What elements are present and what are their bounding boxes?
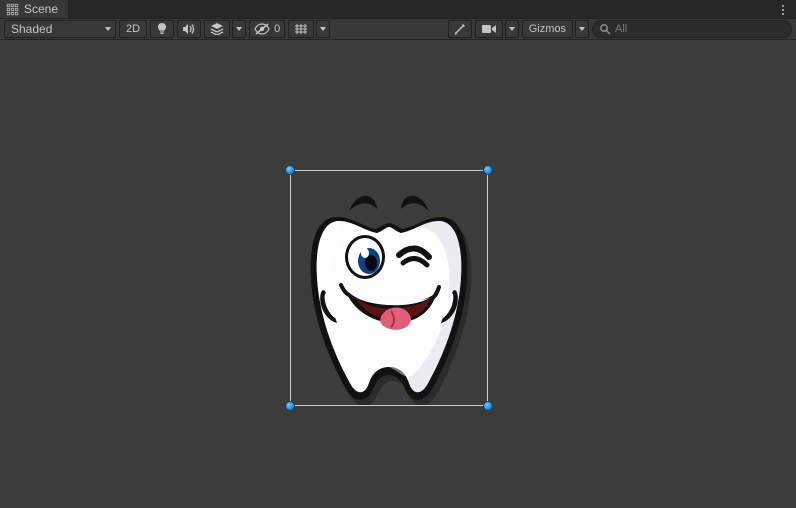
scene-toolbar: Shaded 2D — [0, 19, 796, 40]
scene-lighting-toggle[interactable] — [150, 20, 174, 38]
toggle-2d-label: 2D — [126, 23, 140, 35]
tooth-sprite-image — [299, 171, 479, 405]
effects-stack-icon — [210, 23, 224, 35]
selected-sprite[interactable] — [290, 170, 488, 406]
selection-rectangle — [290, 170, 488, 406]
camera-icon — [481, 23, 497, 35]
grid-toggle[interactable] — [288, 20, 314, 38]
selection-handle-bottom-left[interactable] — [285, 401, 295, 411]
scene-tab-icon — [6, 3, 19, 16]
audio-icon — [182, 23, 196, 35]
chevron-down-icon — [579, 27, 585, 31]
scene-viewport[interactable] — [0, 40, 796, 508]
scene-panel: Scene Shaded 2D — [0, 0, 796, 508]
chevron-down-icon — [509, 27, 515, 31]
tab-scene[interactable]: Scene — [0, 0, 69, 18]
chevron-down-icon — [320, 27, 326, 31]
toggle-2d-button[interactable]: 2D — [119, 20, 147, 38]
shading-mode-dropdown[interactable]: Shaded — [4, 20, 116, 38]
tool-settings-button[interactable] — [448, 20, 472, 38]
gizmos-dropdown[interactable] — [575, 20, 589, 38]
chevron-down-icon — [236, 27, 242, 31]
selection-handle-top-left[interactable] — [285, 165, 295, 175]
gizmos-toggle[interactable]: Gizmos — [522, 20, 573, 38]
grid-icon — [294, 23, 308, 35]
scene-effects-toggle[interactable] — [204, 20, 230, 38]
lightbulb-icon — [156, 22, 168, 36]
scene-camera-dropdown[interactable] — [505, 20, 519, 38]
selection-handle-bottom-right[interactable] — [483, 401, 493, 411]
search-icon — [599, 23, 611, 35]
scene-effects-dropdown[interactable] — [232, 20, 246, 38]
hierarchy-search[interactable] — [592, 20, 792, 38]
tools-icon — [453, 22, 467, 36]
chevron-down-icon — [105, 27, 111, 31]
tab-label: Scene — [24, 2, 58, 16]
panel-menu-button[interactable] — [774, 0, 792, 19]
grid-dropdown[interactable] — [316, 20, 330, 38]
tab-bar: Scene — [0, 0, 796, 19]
shading-mode-label: Shaded — [11, 22, 52, 36]
visibility-off-icon — [254, 23, 270, 35]
kebab-icon — [782, 4, 784, 16]
scene-audio-toggle[interactable] — [177, 20, 201, 38]
scene-camera-button[interactable] — [475, 20, 503, 38]
gizmos-label: Gizmos — [529, 23, 566, 35]
hidden-count-label: 0 — [274, 23, 280, 35]
selection-handle-top-right[interactable] — [483, 165, 493, 175]
search-input[interactable] — [615, 23, 783, 35]
hidden-objects-toggle[interactable]: 0 — [249, 20, 285, 38]
